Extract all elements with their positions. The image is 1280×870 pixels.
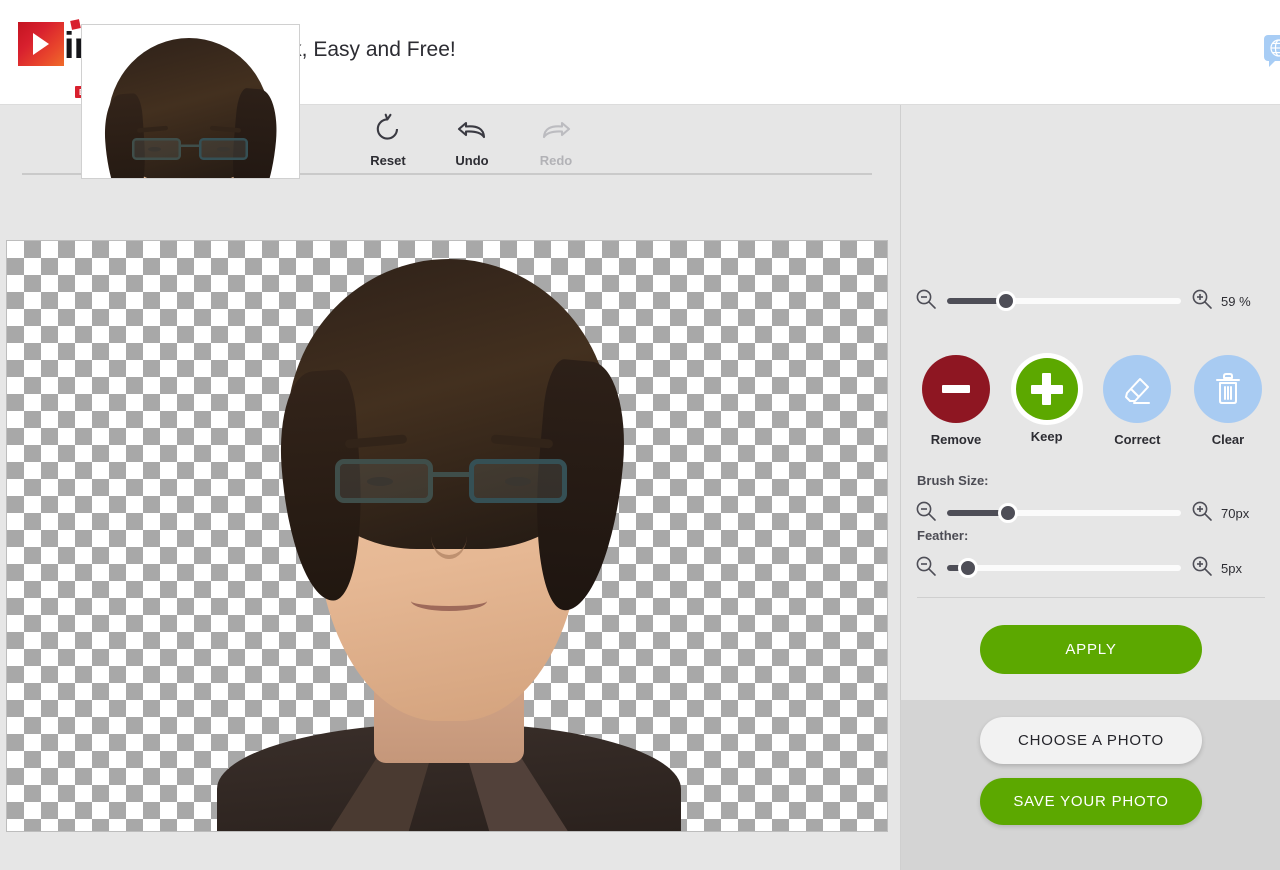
feather-knob[interactable] xyxy=(958,558,979,578)
tool-keep[interactable]: Keep xyxy=(1009,355,1085,447)
globe-speech-bubble-icon[interactable] xyxy=(1264,35,1280,67)
zoom-out-icon[interactable] xyxy=(915,500,937,527)
editor-area: Reset Undo Redo xyxy=(0,105,900,870)
tool-remove[interactable]: Remove xyxy=(918,355,994,447)
tool-correct[interactable]: Correct xyxy=(1099,355,1175,447)
feather-label: Feather: xyxy=(917,528,969,543)
redo-arrow-icon xyxy=(542,121,571,139)
save-photo-button[interactable]: SAVE YOUR PHOTO xyxy=(980,778,1202,825)
portrait-photo-subject xyxy=(199,241,699,831)
feather-value: 5px xyxy=(1221,560,1242,576)
undo-arrow-icon xyxy=(457,121,486,139)
feather-track[interactable] xyxy=(947,558,1181,578)
trash-bin-icon xyxy=(1193,355,1262,423)
feather-slider-row: 5px xyxy=(915,555,1265,581)
brush-size-slider-row: 70px xyxy=(915,500,1265,526)
play-triangle-logo-icon xyxy=(18,22,64,66)
plus-circle-icon xyxy=(1015,358,1078,420)
tool-remove-label: Remove xyxy=(930,432,982,447)
zoom-slider-knob[interactable] xyxy=(995,291,1016,311)
zoom-in-icon[interactable] xyxy=(1191,555,1213,582)
undo-button[interactable]: Undo xyxy=(442,113,502,168)
choose-photo-button[interactable]: CHOOSE A PHOTO xyxy=(980,717,1202,764)
zoom-value: 59 % xyxy=(1221,293,1251,309)
zoom-in-icon[interactable] xyxy=(1191,288,1213,315)
brush-size-value: 70px xyxy=(1221,505,1250,521)
minus-circle-icon xyxy=(922,355,990,423)
redo-label: Redo xyxy=(539,153,573,168)
apply-button[interactable]: APPLY xyxy=(980,625,1202,674)
brush-size-knob[interactable] xyxy=(997,503,1018,523)
tool-keep-label: Keep xyxy=(1030,429,1063,444)
reset-label: Reset xyxy=(370,153,406,168)
brush-size-track[interactable] xyxy=(947,503,1181,523)
tool-clear[interactable]: Clear xyxy=(1190,355,1266,447)
brush-tools-row: Remove Keep Correct Clear xyxy=(918,355,1266,447)
tool-clear-label: Clear xyxy=(1211,432,1245,447)
tool-correct-label: Correct xyxy=(1114,432,1161,447)
brush-size-label: Brush Size: xyxy=(917,473,989,488)
portrait-photo-thumbnail xyxy=(82,29,299,178)
result-preview-thumbnail[interactable] xyxy=(81,24,300,179)
zoom-out-icon[interactable] xyxy=(915,555,937,582)
zoom-slider-track[interactable] xyxy=(947,291,1181,311)
zoom-in-icon[interactable] xyxy=(1191,500,1213,527)
eraser-icon xyxy=(1103,355,1172,423)
redo-button[interactable]: Redo xyxy=(526,113,586,168)
undo-label: Undo xyxy=(455,153,489,168)
reset-circular-arrow-icon xyxy=(376,113,399,140)
panel-divider xyxy=(917,597,1265,598)
zoom-out-icon[interactable] xyxy=(915,288,937,315)
zoom-slider-row: 59 % xyxy=(915,288,1265,314)
image-editing-canvas[interactable] xyxy=(6,240,888,832)
reset-button[interactable]: Reset xyxy=(358,113,418,168)
